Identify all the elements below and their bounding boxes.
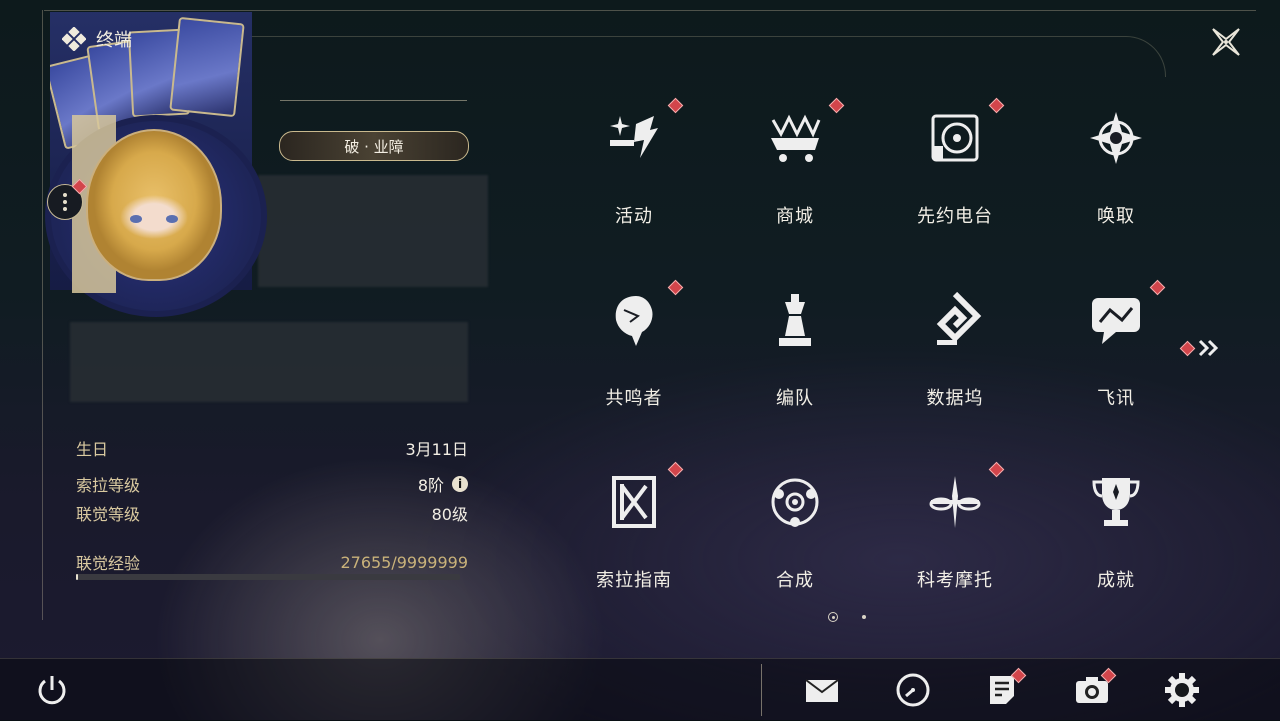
menu-tile-label: 飞讯 xyxy=(1097,388,1135,409)
menu-tile[interactable]: 活动 xyxy=(559,94,709,244)
stat-label: 联觉经验 xyxy=(76,554,141,573)
page-dot[interactable] xyxy=(862,615,866,619)
stat-value: 3月11日 xyxy=(405,440,468,459)
motorbike-icon xyxy=(927,474,983,530)
close-icon xyxy=(1212,28,1240,56)
menu-tile[interactable]: 商城 xyxy=(720,94,870,244)
exp-progress-bar xyxy=(76,574,460,580)
stat-label: 生日 xyxy=(76,440,109,459)
menu-tile[interactable]: 索拉指南 xyxy=(559,458,709,608)
stat-label: 联觉等级 xyxy=(76,505,141,524)
frame-left-line xyxy=(42,10,43,620)
menu-tile[interactable]: 共鸣者 xyxy=(559,276,709,426)
chess-piece-icon xyxy=(767,292,823,348)
character-profile-icon xyxy=(606,292,662,348)
exp-progress-fill xyxy=(76,574,78,580)
compass-star-icon xyxy=(1088,110,1144,166)
banner-card xyxy=(169,16,245,118)
frame-top-line xyxy=(44,10,1256,11)
page-dot-active[interactable] xyxy=(828,612,838,622)
close-button[interactable] xyxy=(1198,14,1254,70)
title-divider xyxy=(280,100,467,101)
menu-tile[interactable]: 飞讯 xyxy=(1041,276,1191,426)
notification-badge xyxy=(988,461,1005,478)
stat-value: 8阶 xyxy=(417,476,444,495)
mail-icon xyxy=(805,679,839,702)
clock-button[interactable] xyxy=(893,670,933,710)
menu-tile[interactable]: 数据坞 xyxy=(880,276,1030,426)
settings-icon xyxy=(1165,673,1199,707)
player-name-blurred xyxy=(258,175,488,287)
player-signature-blurred xyxy=(70,322,468,402)
menu-tile[interactable]: 合成 xyxy=(720,458,870,608)
trophy-icon xyxy=(1088,474,1144,530)
crown-cart-icon xyxy=(767,110,823,166)
settings-button[interactable] xyxy=(1162,670,1202,710)
stat-union-exp: 联觉经验 27655/9999999 xyxy=(76,550,468,574)
double-chevron-right-icon xyxy=(1198,339,1219,357)
menu-tile-label: 编队 xyxy=(776,388,814,409)
menu-tile[interactable]: 科考摩托 xyxy=(880,458,1030,608)
menu-tile[interactable]: 成就 xyxy=(1041,458,1191,608)
power-icon xyxy=(38,676,66,705)
exp-value: 27655/9999999 xyxy=(340,552,468,572)
chat-icon xyxy=(1088,292,1144,348)
avatar-eye xyxy=(166,215,178,223)
menu-tile-label: 索拉指南 xyxy=(596,570,672,591)
stat-sola-level: 索拉等级 8阶 i xyxy=(76,472,468,496)
menu-tile[interactable]: 唤取 xyxy=(1041,94,1191,244)
mail-button[interactable] xyxy=(802,670,842,710)
terminal-diamond-icon xyxy=(62,27,86,51)
menu-tile-label: 科考摩托 xyxy=(917,570,993,591)
menu-tile[interactable]: 先约电台 xyxy=(880,94,1030,244)
next-page-button[interactable] xyxy=(1179,338,1221,358)
notification-badge xyxy=(988,97,1005,114)
stat-birthday: 生日 3月11日 xyxy=(76,436,468,460)
data-dock-icon xyxy=(927,291,983,348)
menu-tile-label: 数据坞 xyxy=(926,388,984,409)
notice-button[interactable] xyxy=(982,667,1027,710)
terminal-header: 终端 xyxy=(62,26,132,52)
page-title: 终端 xyxy=(96,30,132,51)
more-dot-icon xyxy=(63,193,67,197)
info-icon[interactable]: i xyxy=(452,476,468,492)
notification-badge xyxy=(1179,340,1196,356)
menu-tile-label: 唤取 xyxy=(1097,206,1135,227)
frame-curve-line xyxy=(250,36,1166,77)
notification-badge xyxy=(667,279,684,296)
stat-union-level: 联觉等级 80级 xyxy=(76,501,468,525)
stat-value-group: 8阶 i xyxy=(418,472,468,496)
menu-tile[interactable]: 编队 xyxy=(720,276,870,426)
avatar-eye xyxy=(130,215,142,223)
notification-badge xyxy=(667,461,684,478)
notification-badge xyxy=(1149,279,1166,296)
camera-button[interactable] xyxy=(1072,667,1117,710)
title-badge-label: 破 · 业障 xyxy=(344,137,404,156)
more-dot-icon xyxy=(63,207,67,211)
notification-badge xyxy=(828,97,845,114)
power-button[interactable] xyxy=(32,670,72,710)
more-dot-icon xyxy=(63,200,67,204)
bottom-separator xyxy=(761,664,762,716)
clock-icon xyxy=(896,673,930,707)
notification-badge xyxy=(667,97,684,114)
turntable-icon xyxy=(927,110,983,166)
menu-tile-label: 先约电台 xyxy=(917,206,993,227)
synthesis-icon xyxy=(767,474,823,530)
page-indicator xyxy=(828,612,866,622)
title-badge[interactable]: 破 · 业障 xyxy=(279,131,469,161)
avatar[interactable] xyxy=(86,129,222,281)
menu-tile-label: 成就 xyxy=(1097,570,1135,591)
stat-label: 索拉等级 xyxy=(76,476,141,495)
menu-tile-label: 商城 xyxy=(776,206,814,227)
sparkle-icon xyxy=(606,110,662,166)
guide-book-icon xyxy=(606,474,662,530)
menu-tile-label: 共鸣者 xyxy=(605,388,663,409)
menu-tile-label: 活动 xyxy=(615,206,653,227)
menu-tile-label: 合成 xyxy=(776,570,814,591)
stat-value: 80级 xyxy=(431,505,468,524)
